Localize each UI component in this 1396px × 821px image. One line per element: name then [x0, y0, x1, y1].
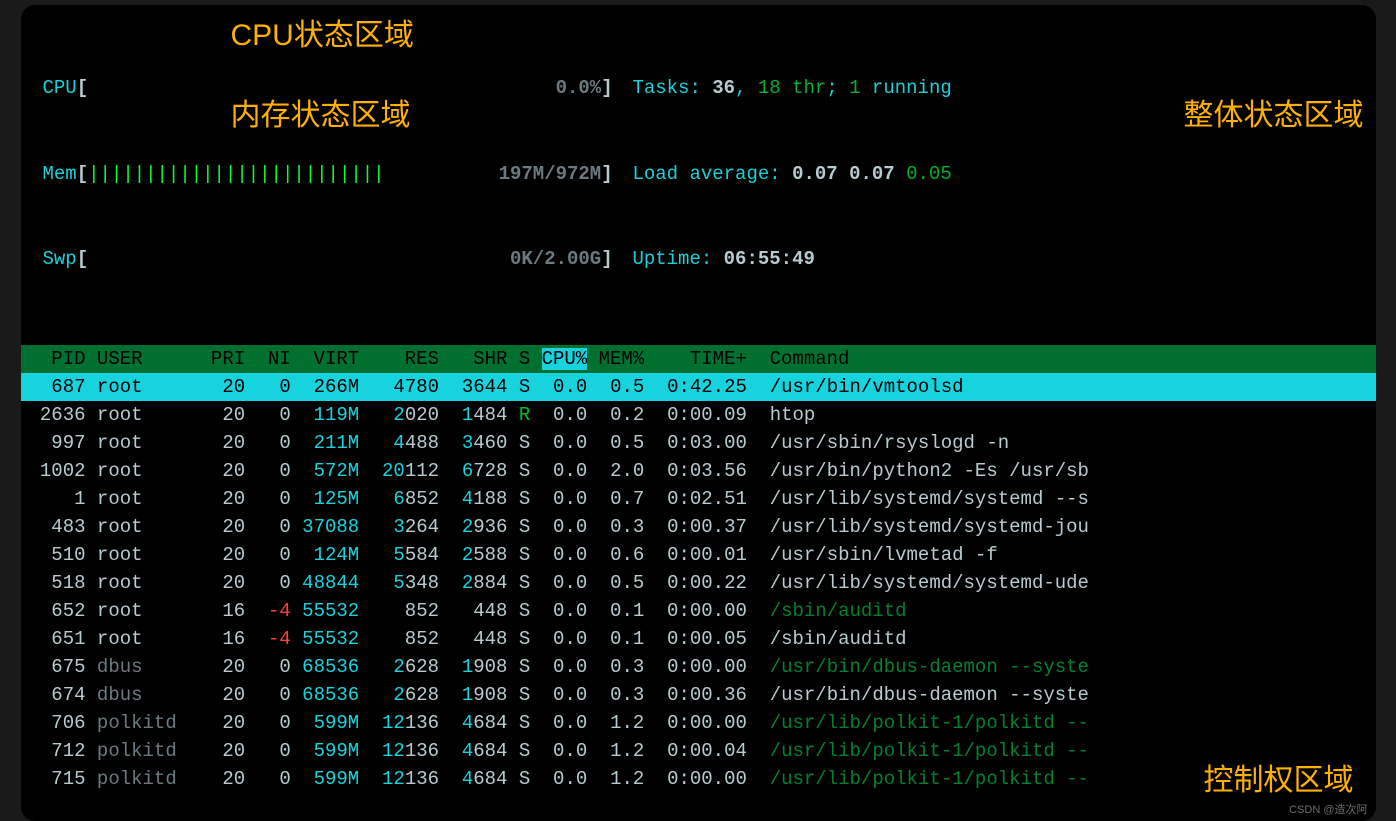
table-header[interactable]: PID USER PRI NI VIRT RES SHR S CPU% MEM%…	[21, 345, 1376, 373]
meters-block: CPU[ 0.0%] Mem[|||||||||||||||||||||||||…	[43, 17, 633, 331]
process-row[interactable]: 687 root 20 0 266M 4780 3644 S 0.0 0.5 0…	[21, 373, 1376, 401]
process-row[interactable]: 674 dbus 20 0 68536 2628 1908 S 0.0 0.3 …	[21, 681, 1376, 709]
process-row[interactable]: 997 root 20 0 211M 4488 3460 S 0.0 0.5 0…	[21, 429, 1376, 457]
mem-meter: Mem[|||||||||||||||||||||||||| 197M/972M…	[43, 160, 633, 189]
process-row[interactable]: 483 root 20 0 37088 3264 2936 S 0.0 0.3 …	[21, 513, 1376, 541]
load-line: Load average: 0.07 0.07 0.05	[632, 160, 951, 189]
process-table: PID USER PRI NI VIRT RES SHR S CPU% MEM%…	[21, 345, 1376, 793]
cpu-meter: CPU[ 0.0%]	[43, 74, 633, 103]
process-row[interactable]: 652 root 16 -4 55532 852 448 S 0.0 0.1 0…	[21, 597, 1376, 625]
process-row[interactable]: 510 root 20 0 124M 5584 2588 S 0.0 0.6 0…	[21, 541, 1376, 569]
footer-bar: F1Help F2Setup F3SearchF4FilterF5Tree F6…	[21, 793, 1376, 821]
process-row[interactable]: 2636 root 20 0 119M 2020 1484 R 0.0 0.2 …	[21, 401, 1376, 429]
process-row[interactable]: 712 polkitd 20 0 599M 12136 4684 S 0.0 1…	[21, 737, 1376, 765]
process-row[interactable]: 706 polkitd 20 0 599M 12136 4684 S 0.0 1…	[21, 709, 1376, 737]
process-row[interactable]: 675 dbus 20 0 68536 2628 1908 S 0.0 0.3 …	[21, 653, 1376, 681]
annotation-overall: 整体状态区域	[1184, 93, 1364, 138]
htop-window: CPU[ 0.0%] Mem[|||||||||||||||||||||||||…	[21, 5, 1376, 821]
uptime-line: Uptime: 06:55:49	[632, 245, 951, 274]
process-row[interactable]: 1 root 20 0 125M 6852 4188 S 0.0 0.7 0:0…	[21, 485, 1376, 513]
tasks-line: Tasks: 36, 18 thr; 1 running	[632, 74, 951, 103]
process-row[interactable]: 518 root 20 0 48844 5348 2884 S 0.0 0.5 …	[21, 569, 1376, 597]
process-row[interactable]: 715 polkitd 20 0 599M 12136 4684 S 0.0 1…	[21, 765, 1376, 793]
process-row[interactable]: 651 root 16 -4 55532 852 448 S 0.0 0.1 0…	[21, 625, 1376, 653]
summary-block: Tasks: 36, 18 thr; 1 running Load averag…	[632, 17, 951, 331]
header-block: CPU[ 0.0%] Mem[|||||||||||||||||||||||||…	[21, 17, 1376, 331]
swp-meter: Swp[ 0K/2.00G]	[43, 245, 633, 274]
process-row[interactable]: 1002 root 20 0 572M 20112 6728 S 0.0 2.0…	[21, 457, 1376, 485]
watermark: CSDN @造次阿	[1289, 802, 1367, 819]
